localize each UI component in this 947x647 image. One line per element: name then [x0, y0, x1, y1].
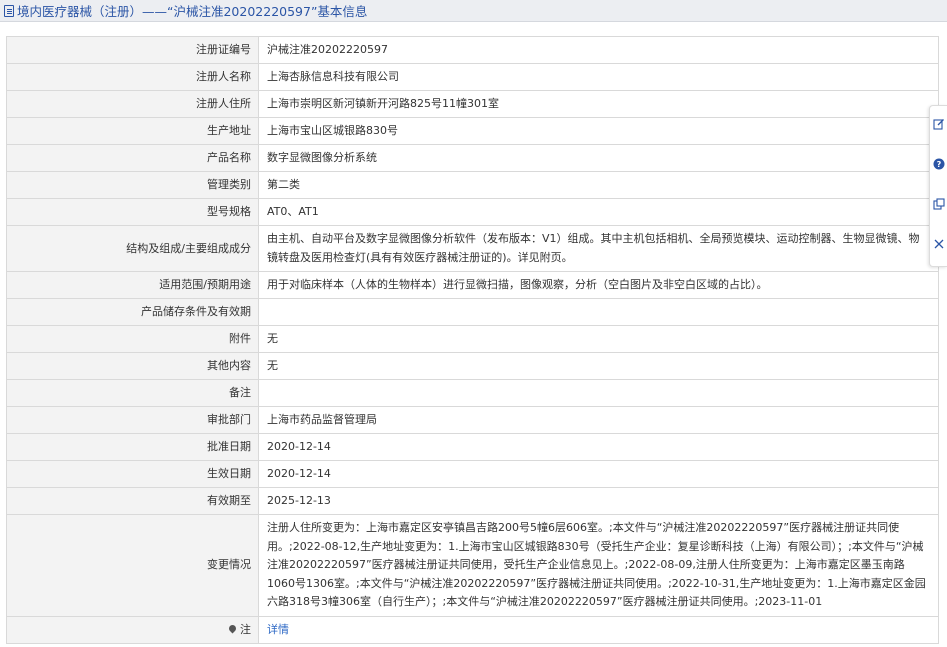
table-row: 有效期至 2025-12-13	[6, 487, 939, 515]
note-label: 注	[240, 622, 251, 636]
row-label: 适用范围/预期用途	[6, 271, 259, 299]
table-row: 注册人名称 上海杏脉信息科技有限公司	[6, 63, 939, 91]
row-label: 附件	[6, 325, 259, 353]
table-row: 产品名称 数字显微图像分析系统	[6, 144, 939, 172]
row-label: 备注	[6, 379, 259, 407]
row-value: 由主机、自动平台及数字显微图像分析软件（发布版本：V1）组成。其中主机包括相机、…	[258, 225, 939, 272]
row-value: 上海市药品监督管理局	[258, 406, 939, 434]
page-header: 境内医疗器械（注册）——“沪械注准20202220597”基本信息	[0, 0, 947, 22]
row-label: 注册人住所	[6, 90, 259, 118]
row-value: 沪械注准20202220597	[258, 36, 939, 64]
info-table: 注册证编号 沪械注准20202220597 注册人名称 上海杏脉信息科技有限公司 注…	[6, 36, 939, 644]
row-label: 批准日期	[6, 433, 259, 461]
table-row: 生效日期 2020-12-14	[6, 460, 939, 488]
row-value: 第二类	[258, 171, 939, 199]
page-title: 境内医疗器械（注册）——“沪械注准20202220597”基本信息	[17, 4, 368, 19]
row-value: 上海杏脉信息科技有限公司	[258, 63, 939, 91]
row-label: 生效日期	[6, 460, 259, 488]
table-row: 附件无	[6, 325, 939, 353]
table-row: 注 详情	[6, 615, 939, 644]
edit-icon[interactable]	[933, 118, 945, 130]
table-row: 备注	[6, 379, 939, 407]
row-value: 2020-12-14	[258, 460, 939, 488]
row-label: 管理类别	[6, 171, 259, 199]
row-label: 审批部门	[6, 406, 259, 434]
row-label: 注册人名称	[6, 63, 259, 91]
row-label: 注册证编号	[6, 36, 259, 64]
table-row: 批准日期 2020-12-14	[6, 433, 939, 461]
close-icon[interactable]	[933, 238, 945, 250]
row-value: 2025-12-13	[258, 487, 939, 515]
table-row: 其他内容无	[6, 352, 939, 380]
row-value: 无	[258, 352, 939, 380]
table-row: 注册人住所 上海市崇明区新河镇新开河路825号11幢301室	[6, 90, 939, 118]
row-label: 有效期至	[6, 487, 259, 515]
row-label: 结构及组成/主要组成成分	[6, 225, 259, 272]
details-link[interactable]: 详情	[267, 623, 289, 636]
table-row: 管理类别 第二类	[6, 171, 939, 199]
row-value	[258, 379, 939, 407]
table-row: 审批部门 上海市药品监督管理局	[6, 406, 939, 434]
row-label: 产品储存条件及有效期	[6, 298, 259, 326]
row-value: 上海市崇明区新河镇新开河路825号11幢301室	[258, 90, 939, 118]
table-row: 生产地址 上海市宝山区城银路830号	[6, 117, 939, 145]
location-pin-icon	[227, 623, 238, 633]
side-toolbar: ?	[929, 105, 947, 267]
table-row: 变更情况 注册人住所变更为：上海市嘉定区安亭镇昌吉路200号5幢6层606室。;本…	[6, 514, 939, 617]
row-value: AT0、AT1	[258, 198, 939, 226]
table-row: 适用范围/预期用途 用于对临床样本（人体的生物样本）进行显微扫描，图像观察，分析（…	[6, 271, 939, 299]
row-label: 生产地址	[6, 117, 259, 145]
row-value: 数字显微图像分析系统	[258, 144, 939, 172]
note-label-cell: 注	[6, 615, 259, 644]
table-row: 结构及组成/主要组成成分 由主机、自动平台及数字显微图像分析软件（发布版本：V1）…	[6, 225, 939, 272]
row-label: 型号规格	[6, 198, 259, 226]
row-value: 无	[258, 325, 939, 353]
table-row: 注册证编号 沪械注准20202220597	[6, 36, 939, 64]
row-value: 2020-12-14	[258, 433, 939, 461]
table-row: 型号规格 AT0、AT1	[6, 198, 939, 226]
row-label: 其他内容	[6, 352, 259, 380]
row-value: 注册人住所变更为：上海市嘉定区安亭镇昌吉路200号5幢6层606室。;本文件与“…	[258, 514, 939, 617]
share-icon[interactable]	[933, 198, 945, 210]
note-value-cell: 详情	[258, 615, 939, 644]
row-value: 用于对临床样本（人体的生物样本）进行显微扫描，图像观察，分析（空白图片及非空白区…	[258, 271, 939, 299]
table-row: 产品储存条件及有效期	[6, 298, 939, 326]
svg-text:?: ?	[937, 160, 942, 169]
row-value	[258, 298, 939, 326]
row-value: 上海市宝山区城银路830号	[258, 117, 939, 145]
row-label: 产品名称	[6, 144, 259, 172]
help-icon[interactable]: ?	[933, 158, 945, 170]
document-icon	[4, 4, 14, 17]
row-label: 变更情况	[6, 514, 259, 617]
